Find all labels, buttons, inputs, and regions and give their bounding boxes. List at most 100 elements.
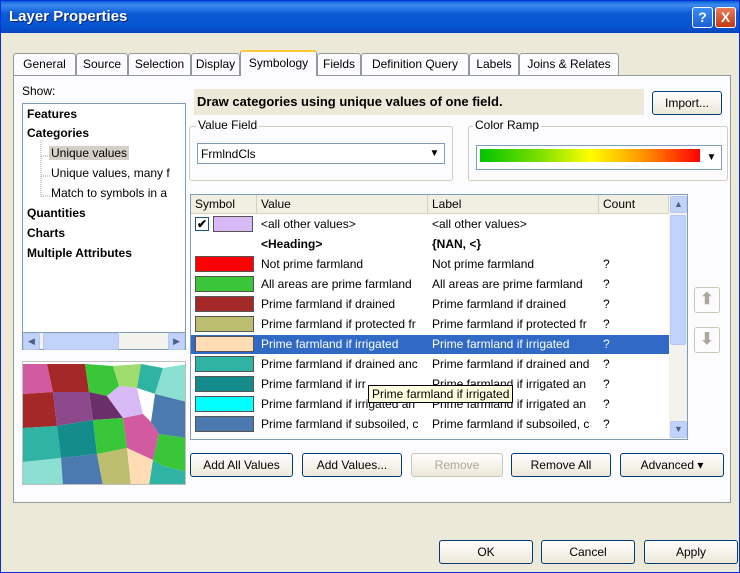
table-row[interactable]: ✔ <all other values> <all other values> xyxy=(191,215,669,234)
table-row[interactable]: Prime farmland if irrigated Prime farmlan… xyxy=(191,335,669,354)
symbol-swatch[interactable] xyxy=(195,396,254,412)
ok-button[interactable]: OK xyxy=(439,540,533,564)
table-vertical-scrollbar[interactable]: ▲ ▼ xyxy=(669,195,687,439)
value-cell: Prime farmland if protected fr xyxy=(261,317,416,331)
color-ramp-select[interactable]: ▼ xyxy=(476,145,722,170)
scroll-left-icon[interactable]: ◀ xyxy=(23,333,40,350)
symbol-cell[interactable] xyxy=(191,375,257,394)
tab-general[interactable]: General xyxy=(13,53,76,75)
symbol-swatch[interactable] xyxy=(195,376,254,392)
value-field-label: Value Field xyxy=(196,118,260,132)
value-cell: Prime farmland if irrigated xyxy=(261,337,399,351)
tree-item-unique-values-many[interactable]: Unique values, many f xyxy=(51,166,170,180)
help-button[interactable]: ? xyxy=(692,7,713,28)
move-down-icon[interactable]: ⬇ xyxy=(694,327,720,353)
tree-item-charts[interactable]: Charts xyxy=(27,226,65,240)
symbol-cell[interactable] xyxy=(191,275,257,294)
label-cell: <all other values> xyxy=(432,217,527,231)
checkbox-icon[interactable]: ✔ xyxy=(195,217,209,231)
unique-values-table: Symbol Value Label Count ✔ <all other val… xyxy=(190,194,688,440)
title-bar[interactable]: Layer Properties ? X xyxy=(1,1,739,33)
scroll-thumb[interactable] xyxy=(670,215,686,345)
tree-item-quantities[interactable]: Quantities xyxy=(27,206,86,220)
table-row[interactable]: Prime farmland if drained Prime farmland … xyxy=(191,295,669,314)
count-cell: ? xyxy=(603,377,610,391)
symbol-cell[interactable] xyxy=(191,315,257,334)
tab-labels[interactable]: Labels xyxy=(469,53,519,75)
show-label: Show: xyxy=(22,84,56,98)
show-tree: Features Categories Unique values Unique… xyxy=(22,103,186,333)
header-label[interactable]: Label xyxy=(428,195,599,214)
table-header: Symbol Value Label Count xyxy=(191,195,669,214)
value-cell: Not prime farmland xyxy=(261,257,364,271)
add-values-button[interactable]: Add Values... xyxy=(302,453,402,477)
tab-fields[interactable]: Fields xyxy=(317,53,361,75)
close-button[interactable]: X xyxy=(715,7,736,28)
table-row[interactable]: Prime farmland if subsoiled, c Prime farm… xyxy=(191,415,669,434)
import-button[interactable]: Import... xyxy=(652,91,722,115)
value-cell: All areas are prime farmland xyxy=(261,277,412,291)
header-value[interactable]: Value xyxy=(257,195,428,214)
symbol-swatch[interactable] xyxy=(195,336,254,352)
symbol-swatch[interactable] xyxy=(195,276,254,292)
symbol-cell[interactable] xyxy=(191,355,257,374)
advanced-button[interactable]: Advanced ▾ xyxy=(620,453,724,477)
apply-button[interactable]: Apply xyxy=(644,540,738,564)
move-up-icon[interactable]: ⬆ xyxy=(694,287,720,313)
symbol-cell[interactable] xyxy=(191,295,257,314)
count-cell: ? xyxy=(603,337,610,351)
count-cell: ? xyxy=(603,257,610,271)
tree-horizontal-scrollbar[interactable]: ◀ ▶ xyxy=(22,333,186,350)
symbol-cell[interactable] xyxy=(191,255,257,274)
symbol-cell[interactable] xyxy=(191,335,257,354)
symbol-swatch[interactable] xyxy=(195,356,254,372)
symbol-swatch[interactable] xyxy=(195,296,254,312)
table-row[interactable]: <Heading> {NAN, <} xyxy=(191,235,669,254)
tree-item-multiple-attributes[interactable]: Multiple Attributes xyxy=(27,246,132,260)
symbol-swatch[interactable] xyxy=(195,256,254,272)
tab-source[interactable]: Source xyxy=(76,53,128,75)
value-field-select[interactable]: FrmlndCls ▼ xyxy=(197,143,445,164)
chevron-down-icon[interactable]: ▼ xyxy=(426,145,443,162)
tree-item-unique-values[interactable]: Unique values xyxy=(49,146,130,160)
tab-selection[interactable]: Selection xyxy=(128,53,191,75)
symbol-cell[interactable]: ✔ xyxy=(191,215,257,234)
tab-symbology[interactable]: Symbology xyxy=(240,50,317,76)
tree-item-categories[interactable]: Categories xyxy=(27,126,89,140)
table-row[interactable]: Not prime farmland Not prime farmland? xyxy=(191,255,669,274)
remove-all-button[interactable]: Remove All xyxy=(511,453,611,477)
symbol-cell[interactable] xyxy=(191,415,257,434)
symbol-swatch[interactable] xyxy=(195,316,254,332)
add-all-values-button[interactable]: Add All Values xyxy=(190,453,293,477)
tree-item-match-to-symbols[interactable]: Match to symbols in a xyxy=(51,186,167,200)
layer-properties-dialog: Layer Properties ? X General Source Sele… xyxy=(0,0,740,573)
value-cell: <all other values> xyxy=(261,217,356,231)
scroll-thumb[interactable] xyxy=(43,333,119,350)
color-ramp-preview xyxy=(480,149,700,162)
scroll-up-icon[interactable]: ▲ xyxy=(670,196,687,213)
value-cell: Prime farmland if drained anc xyxy=(261,357,418,371)
header-symbol[interactable]: Symbol xyxy=(191,195,257,214)
count-cell: ? xyxy=(603,317,610,331)
remove-button[interactable]: Remove xyxy=(411,453,503,477)
tab-joins-relates[interactable]: Joins & Relates xyxy=(519,53,619,75)
symbol-cell[interactable] xyxy=(191,395,257,414)
symbol-swatch[interactable] xyxy=(195,416,254,432)
scroll-right-icon[interactable]: ▶ xyxy=(168,333,185,350)
tree-lines xyxy=(40,140,50,198)
cancel-button[interactable]: Cancel xyxy=(541,540,635,564)
table-row[interactable]: Prime farmland if protected fr Prime farm… xyxy=(191,315,669,334)
header-count[interactable]: Count xyxy=(599,195,669,214)
tab-display[interactable]: Display xyxy=(191,53,240,75)
count-cell xyxy=(603,215,663,234)
symbol-cell[interactable] xyxy=(191,235,257,254)
tab-definition-query[interactable]: Definition Query xyxy=(361,53,469,75)
symbol-swatch[interactable]: ✔ xyxy=(195,216,253,232)
scroll-down-icon[interactable]: ▼ xyxy=(670,421,687,438)
count-cell xyxy=(603,235,663,254)
count-cell: ? xyxy=(603,417,610,431)
table-row[interactable]: All areas are prime farmland All areas ar… xyxy=(191,275,669,294)
tree-item-features[interactable]: Features xyxy=(27,107,77,121)
chevron-down-icon[interactable]: ▼ xyxy=(703,149,720,166)
table-row[interactable]: Prime farmland if drained anc Prime farml… xyxy=(191,355,669,374)
